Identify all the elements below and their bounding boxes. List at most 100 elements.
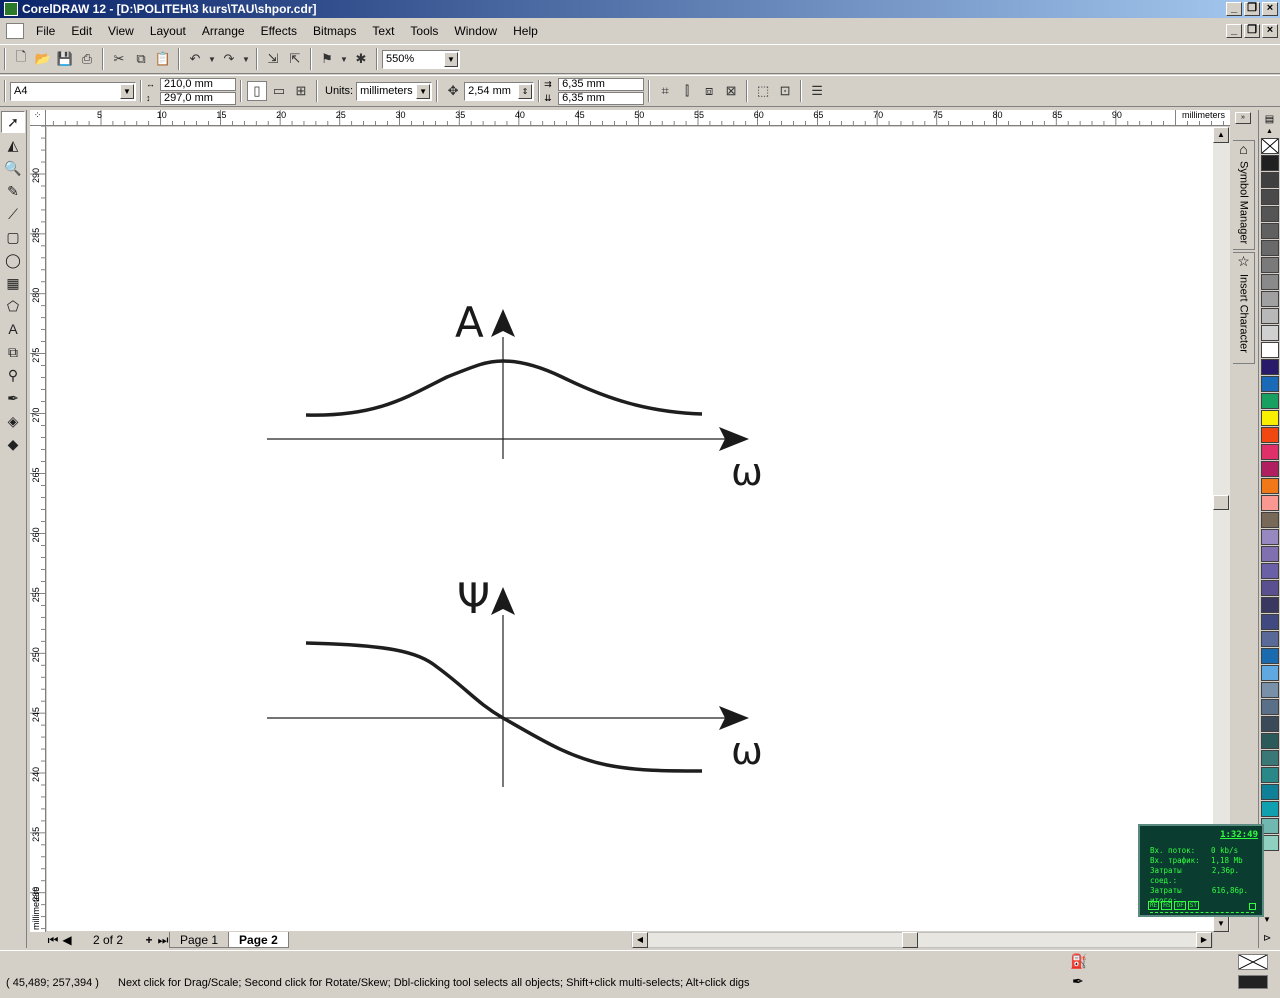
new-icon[interactable]: 🗋 <box>11 49 31 69</box>
text-tool-icon[interactable]: A <box>1 318 25 340</box>
fill-color-indicator[interactable] <box>1238 954 1268 970</box>
vertical-ruler[interactable]: 290 285 280 275 270 265 260 255 250 245 240 235 230 m… <box>30 126 46 932</box>
net-minimize-icon[interactable] <box>1249 903 1256 910</box>
color-swatch[interactable] <box>1261 308 1279 324</box>
vertical-scrollbar[interactable]: ▲ ▼ <box>1213 127 1230 932</box>
ellipse-tool-icon[interactable]: ◯ <box>1 249 25 271</box>
color-swatch[interactable] <box>1261 750 1279 766</box>
rectangle-tool-icon[interactable]: ▢ <box>1 226 25 248</box>
freehand-tool-icon[interactable]: ✎ <box>1 180 25 202</box>
print-icon[interactable]: ⎙ <box>77 49 97 69</box>
interactive-fill-tool-icon[interactable]: ◆ <box>1 433 25 455</box>
vertical-scroll-thumb[interactable] <box>1213 495 1229 510</box>
color-swatch[interactable] <box>1261 546 1279 562</box>
color-swatch[interactable] <box>1261 393 1279 409</box>
horizontal-scroll-thumb[interactable] <box>902 932 918 948</box>
minimize-button[interactable]: _ <box>1226 2 1242 16</box>
color-swatch[interactable] <box>1261 580 1279 596</box>
menu-edit[interactable]: Edit <box>63 24 100 38</box>
draw-object-icon[interactable]: ⊡ <box>775 81 795 101</box>
doc-minimize-button[interactable]: _ <box>1226 24 1242 38</box>
net-btn-st[interactable]: ST <box>1187 901 1199 910</box>
cut-icon[interactable]: ✂ <box>109 49 129 69</box>
color-swatch[interactable] <box>1261 461 1279 477</box>
pick-tool-icon[interactable]: ➚ <box>1 111 25 133</box>
corel-online-icon[interactable]: ✱ <box>351 49 371 69</box>
color-swatch[interactable] <box>1261 682 1279 698</box>
fill-bucket-icon[interactable]: ⛽ <box>1070 953 1087 970</box>
color-swatch[interactable] <box>1261 563 1279 579</box>
application-launcher-icon[interactable]: ⚑ <box>317 49 337 69</box>
paste-icon[interactable]: 📋 <box>153 49 173 69</box>
menu-effects[interactable]: Effects <box>253 24 305 38</box>
color-swatch[interactable] <box>1261 597 1279 613</box>
snap-to-grid-icon[interactable]: ⌗ <box>655 81 675 101</box>
color-swatch[interactable] <box>1261 665 1279 681</box>
color-swatch[interactable] <box>1261 189 1279 205</box>
scroll-down-icon[interactable]: ▼ <box>1213 916 1229 932</box>
color-swatch[interactable] <box>1261 325 1279 341</box>
snap-to-objects-icon[interactable]: ⧈ <box>699 81 719 101</box>
color-swatch[interactable] <box>1261 410 1279 426</box>
drawing-canvas[interactable]: A ω Ψ ω <box>47 127 1213 931</box>
eyedropper-tool-icon[interactable]: ⚲ <box>1 364 25 386</box>
tab-page-2[interactable]: Page 2 <box>228 932 289 948</box>
no-fill-swatch[interactable] <box>1261 138 1279 154</box>
fill-tool-icon[interactable]: ◈ <box>1 410 25 432</box>
color-swatch[interactable] <box>1261 495 1279 511</box>
horizontal-ruler[interactable]: 5 10 15 20 25 30 35 40 45 50 55 60 65 70 75 80 85 90 milli… <box>46 110 1230 126</box>
color-swatch[interactable] <box>1261 614 1279 630</box>
menu-text[interactable]: Text <box>364 24 402 38</box>
menu-view[interactable]: View <box>100 24 142 38</box>
last-page-icon[interactable]: ⏭ <box>156 933 170 948</box>
chevron-down-icon[interactable]: ▼ <box>416 83 431 99</box>
document-icon[interactable] <box>6 23 24 39</box>
net-btn-re[interactable]: RE <box>1148 901 1160 910</box>
tab-page-1[interactable]: Page 1 <box>169 932 230 948</box>
first-page-icon[interactable]: ⏮ <box>46 933 60 948</box>
color-swatch[interactable] <box>1261 512 1279 528</box>
color-swatch[interactable] <box>1261 699 1279 715</box>
add-page-icon[interactable]: + <box>142 933 156 947</box>
close-button[interactable]: × <box>1262 2 1278 16</box>
color-swatch[interactable] <box>1261 427 1279 443</box>
snap-to-guidelines-icon[interactable]: ⫿ <box>677 81 697 101</box>
color-swatch[interactable] <box>1261 257 1279 273</box>
color-swatch[interactable] <box>1261 342 1279 358</box>
menu-arrange[interactable]: Arrange <box>194 24 253 38</box>
zoom-level-combo[interactable]: 550% ▼ <box>382 49 460 69</box>
net-btn-of[interactable]: OF <box>1174 901 1186 910</box>
palette-scroll-up-icon[interactable]: ▲ <box>1259 128 1280 138</box>
color-swatch[interactable] <box>1261 291 1279 307</box>
color-swatch[interactable] <box>1261 478 1279 494</box>
doc-restore-button[interactable]: ❐ <box>1244 24 1260 38</box>
color-swatch[interactable] <box>1261 376 1279 392</box>
spin-icon[interactable]: ⇕ <box>518 83 533 99</box>
color-swatch[interactable] <box>1261 172 1279 188</box>
doc-close-button[interactable]: × <box>1262 24 1278 38</box>
palette-options-icon[interactable]: ▤ <box>1259 110 1280 128</box>
ruler-origin[interactable]: ⁘ <box>30 110 46 126</box>
maximize-button[interactable]: ❐ <box>1244 2 1260 16</box>
color-swatch[interactable] <box>1261 784 1279 800</box>
menu-layout[interactable]: Layout <box>142 24 194 38</box>
scroll-right-icon[interactable]: ▶ <box>1196 932 1212 948</box>
color-swatch[interactable] <box>1261 716 1279 732</box>
outline-tool-icon[interactable]: ✒ <box>1 387 25 409</box>
interactive-blend-tool-icon[interactable]: ⧉ <box>1 341 25 363</box>
copy-icon[interactable]: ⧉ <box>131 49 151 69</box>
launcher-dropdown-icon[interactable]: ▼ <box>339 49 349 69</box>
import-icon[interactable]: ⇲ <box>263 49 283 69</box>
outline-pen-icon[interactable]: ✒ <box>1072 973 1084 990</box>
basic-shapes-tool-icon[interactable]: ⬠ <box>1 295 25 317</box>
options-icon[interactable]: ☰ <box>807 81 827 101</box>
portrait-icon[interactable]: ▯ <box>247 81 267 101</box>
dynamic-guides-icon[interactable]: ⊠ <box>721 81 741 101</box>
scroll-left-icon[interactable]: ◀ <box>632 932 648 948</box>
export-icon[interactable]: ⇱ <box>285 49 305 69</box>
page-width-input[interactable]: 210,0 mm <box>160 77 236 91</box>
horizontal-scrollbar[interactable]: ◀ ▶ <box>631 932 1213 948</box>
color-swatch[interactable] <box>1261 648 1279 664</box>
open-icon[interactable]: 📂 <box>33 49 53 69</box>
docker-scroll-up-icon[interactable]: » <box>1235 112 1251 124</box>
